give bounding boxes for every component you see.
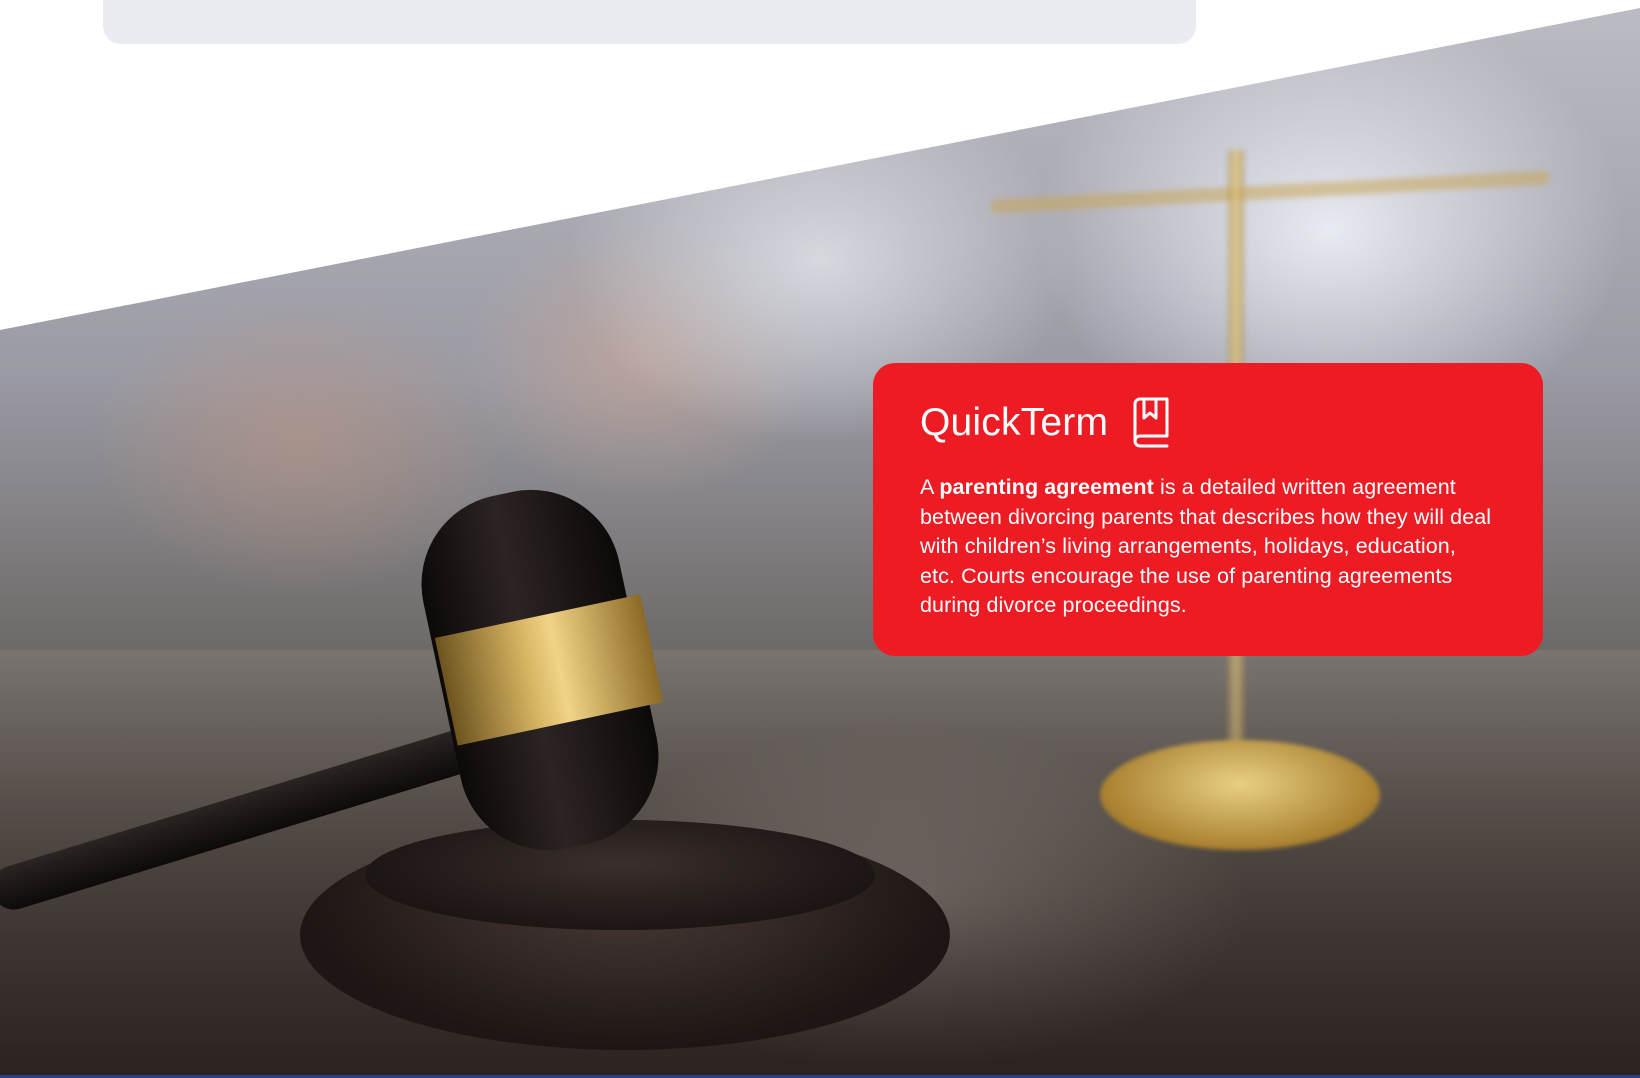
quickterm-definition: A parenting agreement is a detailed writ… [920,473,1497,621]
quickterm-title: QuickTerm [920,400,1109,444]
scales-beam [990,170,1550,214]
top-panel [103,0,1196,44]
book-bookmark-icon [1130,396,1172,448]
gavel-sound-block-top [365,820,875,930]
quickterm-body-prefix: A [920,475,940,499]
quickterm-card: QuickTerm A parenting agreement is a det… [873,363,1543,656]
scales-base [1100,740,1380,850]
quickterm-term: parenting agreement [939,475,1154,499]
page: QuickTerm A parenting agreement is a det… [0,0,1640,1078]
quickterm-header: QuickTerm [920,393,1497,451]
